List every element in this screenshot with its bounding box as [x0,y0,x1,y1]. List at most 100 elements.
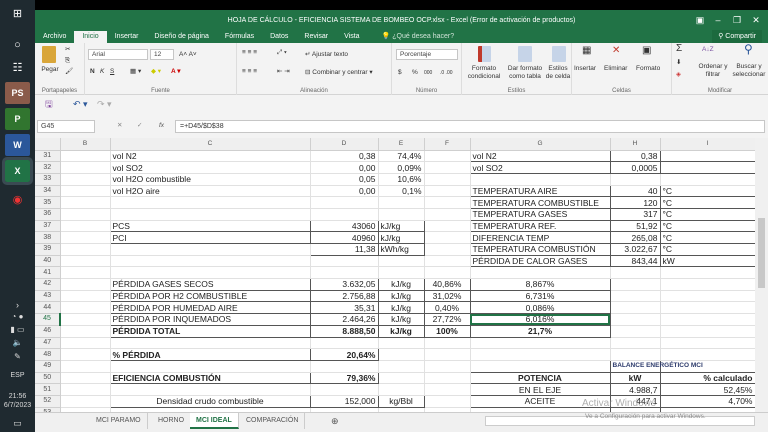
screen-recorder-icon[interactable]: ◉ [5,188,30,210]
cell-C48[interactable]: % PÉRDIDA [109,348,311,361]
cell-I38[interactable]: °C [659,231,755,244]
sheet-tab-horno[interactable]: HORNO [152,413,192,429]
column-header-H[interactable]: H [610,138,661,151]
cell-G40[interactable]: PÉRDIDA DE CALOR GASES [469,254,611,268]
cell-G38[interactable]: DIFERENCIA TEMP [469,231,611,244]
cell-C41[interactable] [110,266,311,280]
cell-I36[interactable]: °C [659,207,755,221]
cell-B51[interactable] [60,383,111,396]
cell-H40[interactable]: 843,44 [609,254,661,268]
cell-H45[interactable] [610,313,661,326]
cell-B43[interactable] [60,290,111,303]
cell-C34[interactable]: vol H2O aire [110,185,311,198]
cell-I46[interactable] [660,325,755,338]
cell-E33[interactable]: 10,6% [378,173,425,186]
cell-B49[interactable] [60,360,111,373]
paste-icon[interactable] [42,46,56,63]
cell-G43[interactable]: 6,731% [469,289,611,303]
enter-icon[interactable]: ✓ [137,122,142,130]
font-size-select[interactable]: 12 [150,49,174,60]
cell-B36[interactable] [60,208,111,221]
cell-D34[interactable]: 0,00 [310,185,379,198]
cell-I40[interactable]: kW [659,254,755,268]
cell-C47[interactable] [110,337,311,350]
cell-C45[interactable]: PÉRDIDA POR INQUEMADOS [109,313,311,326]
font-color-icon[interactable]: A ▾ [171,68,181,76]
cell-B33[interactable] [60,173,111,186]
cell-F52[interactable] [424,395,471,408]
cell-I44[interactable] [660,301,755,315]
cell-B52[interactable] [60,395,111,408]
cell-C37[interactable]: PCS [109,219,311,233]
cell-E44[interactable]: kJ/kg [377,301,425,315]
cell-B39[interactable] [60,243,111,256]
cell-F42[interactable]: 40,86% [423,278,471,291]
row-header[interactable]: 48 [35,348,61,361]
increase-font-icon[interactable]: A˄ A˅ [179,51,197,59]
app-icon[interactable]: PS [5,82,30,104]
cell-E34[interactable]: 0,1% [378,185,425,198]
notifications-icon[interactable]: ▭ [0,418,35,429]
cell-D32[interactable]: 0,00 [310,161,379,174]
minimize-button[interactable]: – [708,10,728,30]
cell-I35[interactable]: °C [659,196,755,209]
share-button[interactable]: ⚲ Compartir [712,30,762,43]
close-button[interactable]: ✕ [746,10,766,30]
select-all-corner[interactable] [35,138,61,151]
cell-E37[interactable]: kJ/kg [377,219,425,233]
cell-F36[interactable] [424,208,471,221]
cell-F45[interactable]: 27,72% [423,313,471,326]
row-header[interactable]: 32 [35,161,61,174]
cell-E31[interactable]: 74,4% [378,150,425,163]
row-header[interactable]: 34 [35,185,61,198]
italic-button[interactable]: K [100,68,104,76]
cortana-search-icon[interactable]: ○ [5,34,30,56]
cell-C52[interactable]: Densidad crudo combustible [109,394,311,408]
cell-B34[interactable] [60,185,111,198]
cell-G51[interactable]: EN EL EJE [469,383,611,396]
tab-datos[interactable]: Datos [262,31,296,43]
row-header[interactable]: 46 [35,325,61,338]
excel-icon[interactable]: X [2,157,33,185]
cell-B31[interactable] [60,150,111,163]
cell-H50[interactable]: kW [609,371,661,385]
undo-icon[interactable]: ↶ ▾ [73,100,88,109]
cell-H42[interactable] [610,278,661,291]
cell-G34[interactable]: TEMPERATURA AIRE [469,184,611,198]
cell-I47[interactable] [660,337,755,350]
cell-F46[interactable]: 100% [423,324,471,338]
cell-B46[interactable] [60,325,111,338]
cell-C46[interactable]: PÉRDIDA TOTAL [109,324,311,338]
cell-E42[interactable]: kJ/kg [377,278,425,291]
tab-formulas[interactable]: Fórmulas [217,31,262,43]
cell-G41[interactable] [470,266,611,280]
conditional-format-button[interactable]: Formato condicional [464,65,504,81]
format-button[interactable]: Formato [636,65,660,73]
font-name-select[interactable]: Arial [88,49,148,60]
tab-revisar[interactable]: Revisar [296,31,336,43]
cancel-icon[interactable]: ✕ [117,122,122,130]
cell-B50[interactable] [60,372,111,385]
cell-H39[interactable]: 3.022,67 [609,243,661,256]
cell-H47[interactable] [610,337,661,350]
cell-D37[interactable]: 43060 [309,219,379,233]
cell-I45[interactable] [660,313,755,326]
sheet-tab-comparacion[interactable]: COMPARACIÓN [240,413,306,429]
restore-button[interactable]: ❐ [727,10,747,30]
ribbon-display-icon[interactable]: ▣ [690,10,710,30]
cell-E46[interactable]: kJ/kg [377,324,425,338]
cell-I43[interactable] [660,290,755,303]
row-header[interactable]: 44 [35,301,61,315]
cell-C31[interactable]: vol N2 [110,150,311,163]
cell-B40[interactable] [60,255,111,268]
cell-E39[interactable]: kWh/kg [377,243,425,256]
cell-H33[interactable] [610,173,661,186]
cell-H46[interactable] [610,325,661,338]
cell-G50[interactable]: POTENCIA [469,371,611,385]
cell-G48[interactable] [470,348,611,361]
cell-I34[interactable]: °C [659,184,755,198]
cell-F48[interactable] [424,348,471,361]
cell-I52[interactable]: 4,70% [659,394,755,408]
sheet-tab-mci-paramo[interactable]: MCI PARAMO [90,413,148,429]
cell-E50[interactable] [378,372,425,385]
